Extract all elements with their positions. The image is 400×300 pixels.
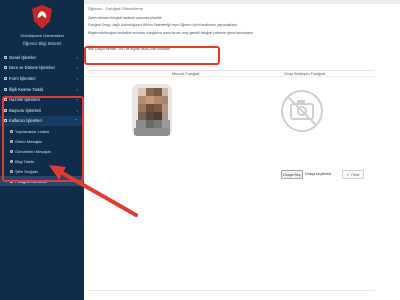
chevron-right-icon: › (76, 54, 78, 60)
sidebar-item-genel[interactable]: Genel İşlemler › (0, 52, 84, 63)
sidebar-item-label: Form İşlemleri (9, 75, 36, 81)
choose-file-button[interactable]: Dosya Seç (281, 170, 303, 179)
sidebar-item-ilisik[interactable]: İlişik Kesme Talebi › (0, 84, 84, 95)
sidebar-item-ders[interactable]: Ders ve Dönem İşlemleri › (0, 63, 84, 74)
logo-wrap (0, 4, 84, 35)
divider (88, 70, 374, 71)
sidebar-item-form[interactable]: Form İşlemleri › (0, 73, 84, 84)
blurred-portrait (132, 84, 172, 136)
file-status: Dosya seçilmedi (305, 172, 332, 176)
divider (88, 76, 374, 77)
breadcrumb: Öğrenci - Fotoğraf Güncelleme (88, 6, 143, 11)
divider (88, 290, 374, 291)
info-text-1: Zaten eklenen fotoğraf nedenle sonunda y… (88, 16, 163, 20)
chevron-right-icon: › (76, 75, 78, 81)
info-text-2: Fotoğraf Onayı, bağlı bulunduğunuz Bölüm… (88, 23, 238, 27)
upload-icon: ⇪ (346, 172, 350, 177)
upload-button[interactable]: ⇪ Yükle (342, 170, 364, 179)
chevron-right-icon: › (76, 86, 78, 92)
system-title: Öğrenci Bilgi Sistemi (22, 41, 62, 46)
upload-label: Yükle (350, 172, 360, 177)
sidebar-item-label: İlişik Kesme Talebi (9, 86, 44, 92)
no-photo-icon (279, 85, 325, 137)
annotation-box-notice (84, 46, 220, 65)
square-icon (4, 76, 7, 80)
square-icon (4, 66, 7, 70)
square-icon (4, 55, 7, 59)
annotation-box-sidebar (2, 96, 84, 182)
university-name: Gümüşhane Üniversitesi (20, 33, 64, 38)
sidebar-item-label: Ders ve Dönem İşlemleri (9, 65, 55, 71)
current-photo (132, 84, 172, 136)
square-icon (4, 87, 7, 91)
sidebar-item-label: Genel İşlemler (9, 54, 36, 60)
info-text-3: Bilgileriniz/fotoğrafı kesinlikle mümkün… (88, 31, 255, 35)
chevron-right-icon: › (76, 65, 78, 71)
university-logo (32, 5, 52, 29)
